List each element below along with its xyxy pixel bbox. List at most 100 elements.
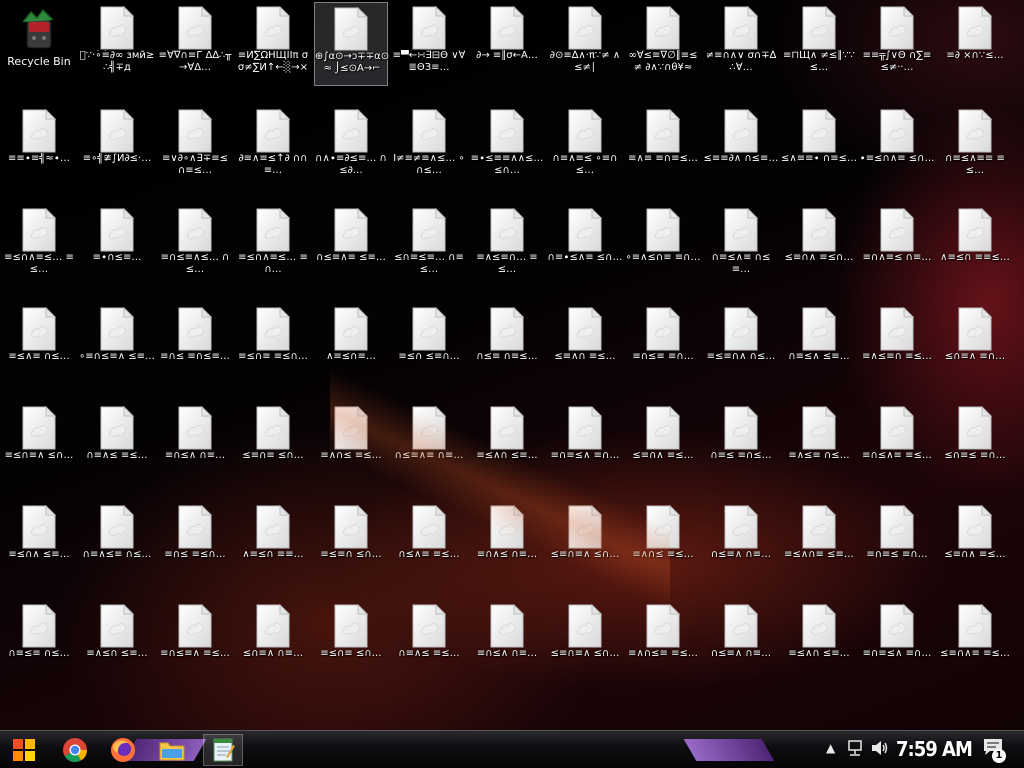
show-hidden-icons-icon[interactable]: ▲ xyxy=(826,741,835,755)
desktop-file[interactable]: ≡∧≤∩ ≤≡… xyxy=(80,600,154,684)
desktop-file[interactable]: ≡⊓Щ∧ ≠≤∥∵∵≤… xyxy=(782,2,856,86)
desktop-file[interactable]: ≤≡∩≡∧ ≤∩… xyxy=(548,501,622,585)
volume-icon[interactable] xyxy=(870,739,890,761)
desktop-file[interactable]: ∩≤∧≡ ≡≤… xyxy=(392,501,466,585)
desktop-file[interactable]: ≡≤≡∩∧ ∩≤… xyxy=(704,303,778,387)
desktop-file[interactable]: ∘≡∧≤∩≡ ≡∩… xyxy=(626,204,700,288)
desktop-file[interactable]: ∩≡∙≤∧≡ ≤∩… xyxy=(548,204,622,288)
desktop-file[interactable]: ≡≤∧∩ ≤≡… xyxy=(782,600,856,684)
desktop-file[interactable]: ≡∘╣≇∫И∂≤·… xyxy=(80,105,154,189)
desktop-file[interactable]: ≤≡∧∩ ≡≤… xyxy=(548,303,622,387)
desktop-file[interactable]: ≡≤∧≡ ∩≤… xyxy=(2,303,76,387)
desktop-file[interactable]: ≡≤∩≡ ≡≤∩… xyxy=(236,303,310,387)
desktop-file[interactable]: ≡≤∩ ≤≡∩… xyxy=(392,303,466,387)
desktop-file[interactable]: ≡∧∩≤ ≡≤… xyxy=(314,402,388,486)
desktop-file[interactable]: ∘≡∩≤≡∧ ≤≡… xyxy=(79,303,155,387)
desktop-file[interactable]: ≡∩≤ ≡≤∩… xyxy=(158,501,232,585)
taskbar-firefox-button[interactable] xyxy=(106,734,140,766)
desktop-file[interactable]: ≡∧∩≤ ≡≤… xyxy=(626,501,700,585)
recycle-bin[interactable]: Recycle Bin xyxy=(2,2,76,86)
desktop-file[interactable]: ≡∧≤≡∩ ≡≤… xyxy=(860,303,934,387)
desktop-file[interactable]: ≤≡∩∧ ≡≤… xyxy=(626,402,700,486)
desktop-file[interactable]: ∩≡∧≡≤ ∘≡∩≤… xyxy=(548,105,622,189)
desktop-file[interactable]: ≡∩≤ ≡∩≤≡… xyxy=(158,303,232,387)
desktop-file[interactable]: ∩≤≡ ∩≡≤… xyxy=(470,303,544,387)
desktop-file[interactable]: ∧≡≤∩ ≡≡… xyxy=(236,501,310,585)
desktop-file[interactable]: ≡∩≡≤∧ ≡∩… xyxy=(860,600,934,684)
desktop-file[interactable]: ∩≡≤ ≡∩≤… xyxy=(704,402,778,486)
desktop-file[interactable]: ∩≡∧≤≡ ∩≤… xyxy=(80,501,154,585)
desktop-file[interactable]: ∩≤≡∧≡ ∩≡… xyxy=(392,402,466,486)
desktop-file[interactable]: ≤∩≡≤ ≡∩… xyxy=(938,402,1012,486)
network-icon[interactable] xyxy=(846,739,864,761)
desktop-file[interactable]: ≡∂ ×∩∵≤… xyxy=(938,2,1012,86)
desktop-file[interactable]: ∩≡≤∧≡≡ ≡≤… xyxy=(938,105,1012,189)
desktop-file[interactable]: ≡∩∧≡≤ ∩≡… xyxy=(860,204,934,288)
desktop-file[interactable]: ≡≤∩∧≡≤… ≡∩… xyxy=(236,204,310,288)
desktop-file[interactable]: ≡∀∇∩≡Г Δ∆∴╥→∀Δ… xyxy=(158,2,232,86)
desktop-file[interactable]: ≡≤∩∧≡≤… ≡≤… xyxy=(2,204,76,288)
desktop-file[interactable]: ∩≡≤∧ ≤≡… xyxy=(782,303,856,387)
desktop-file[interactable]: ≡≡╦∫∨Θ ∩∑≡≤≠··… xyxy=(860,2,934,86)
desktop-file[interactable]: ≡∩≤∧≡ ≡≤… xyxy=(860,402,934,486)
desktop-file[interactable]: ≡≤∧∩ ≤≡… xyxy=(470,402,544,486)
desktop-file[interactable]: ≡∩≤≡∧≤… ∩≤… xyxy=(158,204,232,288)
desktop-file[interactable]: ≡∩≡≤∧ ≡∩… xyxy=(548,402,622,486)
desktop-file[interactable]: ≡∩∧≤ ∩≡… xyxy=(470,501,544,585)
desktop-file[interactable]: ∞∀≤≡∇∅∥≡≤≠ ∂∧∵∩θ¥≈≤… xyxy=(626,2,700,86)
desktop-file[interactable]: ≤∧≡≡∙ ∩≡≤… xyxy=(781,105,857,189)
desktop-file[interactable]: ∵·∘͡≡∂∞ змй≥∴╣∓д xyxy=(80,2,154,86)
desktop-file[interactable]: ∩≡∧≤ ≡≤… xyxy=(392,600,466,684)
desktop-file[interactable]: ≡≤∩∧ ≤≡… xyxy=(2,501,76,585)
desktop-file[interactable]: ≤≡∩∧ ≡≤… xyxy=(938,501,1012,585)
desktop-file[interactable]: ≡∩≤∧ ∩≡… xyxy=(470,600,544,684)
desktop-file[interactable]: ≡∩≤≡∧ ≡≤… xyxy=(158,600,232,684)
desktop-file[interactable]: ∩≤≡∧ ∩≡… xyxy=(704,501,778,585)
desktop-file[interactable]: ∩≡∧≤ ≡≤… xyxy=(80,402,154,486)
taskbar-chrome-button[interactable] xyxy=(58,734,92,766)
desktop-file[interactable]: ≡∙∩≤≡… xyxy=(80,204,154,288)
desktop-file[interactable]: ≡∧≤≡∩… ≡≤… xyxy=(470,204,544,288)
desktop-file[interactable]: Ι≠≡≠≡∧≤… ∘∩≤… xyxy=(392,105,466,189)
desktop-file[interactable]: ≡≤∩≡∧ ≤∩… xyxy=(2,402,76,486)
desktop-file[interactable]: ∩≡≤≡ ∩≤… xyxy=(2,600,76,684)
desktop-file[interactable]: ∩≡≤∧≡ ∩≤≡… xyxy=(704,204,778,288)
desktop-file[interactable]: ≤∩≡∧ ≡∩… xyxy=(938,303,1012,387)
desktop-file[interactable]: ∩≤≡∧≡ ≤≡… xyxy=(314,204,388,288)
desktop-file[interactable]: ≡▀←∺∃⊟Θ ∨∀≣ΘЗ≡… xyxy=(392,2,466,86)
desktop-file[interactable]: ≡∨∂∘∧∃∓≡≤ ∩≡≤… xyxy=(158,105,232,189)
desktop-file[interactable]: ≡≡∙≡╣≈∙… xyxy=(2,105,76,189)
desktop[interactable]: Recycle Bin ∵·∘͡≡∂∞ змй≥∴╣∓д≡∀∇∩≡Г Δ∆∴╥… xyxy=(0,0,1024,730)
desktop-file[interactable]: ∂⊙≡∆∧·π∵≠ ∧≤≠∣ xyxy=(548,2,622,86)
desktop-file[interactable]: ≤∩≡∧ ∩≡… xyxy=(236,600,310,684)
desktop-file[interactable]: ≤≡∩∧≡ ≡≤… xyxy=(938,600,1012,684)
taskbar-notepad-button[interactable] xyxy=(203,734,243,766)
desktop-file[interactable]: ≡∧∩≤≡ ≡≤… xyxy=(626,600,700,684)
desktop-file[interactable]: ∂≡∧≡≤↑∂ ∩∩≡… xyxy=(236,105,310,189)
desktop-file[interactable]: ∧≡≤∩≡… xyxy=(314,303,388,387)
desktop-file[interactable]: ≤≡≡∂∧ ∩≤≡… xyxy=(704,105,778,189)
desktop-file[interactable]: ≡≤∧∩≡ ≤≡… xyxy=(782,501,856,585)
desktop-file[interactable]: ⊕∫α⊙→ɔ∓∓α⊙≈ ⌡≤⊙А→⌐ xyxy=(314,2,389,86)
desktop-file[interactable]: ≡∧≡ ≡∩≡≤… xyxy=(626,105,700,189)
desktop-file[interactable]: ≡∧≤≡ ∩≤… xyxy=(782,402,856,486)
desktop-file[interactable]: ∩∧∙≡∂≤≡… ∩≤∂… xyxy=(314,105,388,189)
desktop-file[interactable]: ≡∩≤≡ ≡∩… xyxy=(626,303,700,387)
desktop-file[interactable]: ≡И∑ΩΗЩΙΙπ σσ≠∑И↑←░→× xyxy=(236,2,310,86)
desktop-file[interactable]: ≤∩≡≤≡… ∩≡≤… xyxy=(392,204,466,288)
desktop-file[interactable]: ∧≡≤∩ ≡≡≤… xyxy=(938,204,1012,288)
desktop-file[interactable]: ∙≡≤∩∧≡ ≤∩… xyxy=(860,105,934,189)
desktop-file[interactable]: ≤≡∩∧ ≡≤∩… xyxy=(782,204,856,288)
desktop-file[interactable]: ≡≤∩≡ ≤∩… xyxy=(314,600,388,684)
start-button[interactable] xyxy=(6,734,42,766)
desktop-file[interactable]: ≡∙≤≡≡∧∧≤… ≤∩… xyxy=(470,105,544,189)
desktop-file[interactable]: ∩≤≡∧ ∩≡… xyxy=(704,600,778,684)
taskbar-clock[interactable]: 7:59 AM xyxy=(896,737,973,761)
desktop-file[interactable]: ∂→ ≡∥σ←А… xyxy=(470,2,544,86)
desktop-file[interactable]: ≡∩≤∧ ∩≡… xyxy=(158,402,232,486)
desktop-file[interactable]: ≤≡∩≡∧ ≤∩… xyxy=(548,600,622,684)
desktop-file[interactable]: ≠≡∩∧∨ σ∩∓∆∴∀… xyxy=(704,2,778,86)
desktop-file[interactable]: ≡≤≡∩ ≤∩… xyxy=(314,501,388,585)
desktop-file[interactable]: ≤≡∩≡ ≤∩… xyxy=(236,402,310,486)
taskbar-file-explorer-button[interactable] xyxy=(155,734,189,766)
